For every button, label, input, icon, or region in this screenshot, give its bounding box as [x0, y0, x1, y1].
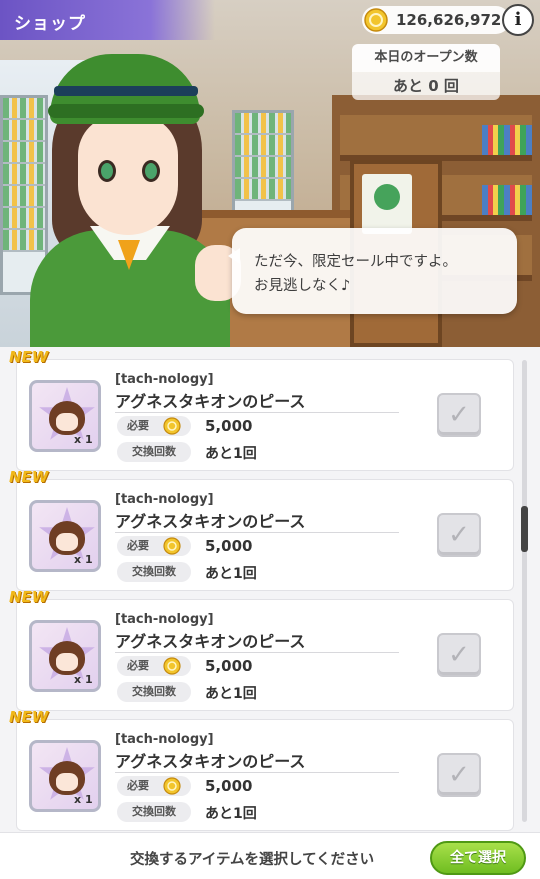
item-icon: x 1	[29, 500, 101, 572]
new-badge: NEW	[9, 468, 49, 486]
list-item[interactable]: NEW x 1 [tach-nology] アグネスタキオンのピース 必要 5,…	[9, 348, 514, 471]
scrollbar-thumb[interactable]	[521, 506, 528, 552]
item-category: [tach-nology]	[115, 372, 214, 387]
open-count-value: あと 0 回	[352, 72, 500, 100]
cost-label: 必要	[117, 536, 191, 556]
exchange-count-label: 交換回数	[117, 442, 191, 462]
open-count-label: 本日のオープン数	[352, 44, 500, 72]
item-name: アグネスタキオンのピース	[115, 392, 306, 411]
divider	[115, 412, 399, 413]
coin-icon	[163, 537, 181, 555]
select-checkbox[interactable]: ✓	[437, 393, 481, 437]
cost-label: 必要	[117, 656, 191, 676]
list-item[interactable]: NEW x 1 [tach-nology] アグネスタキオンのピース 必要 5,…	[9, 588, 514, 711]
speech-bubble: ただ今、限定セール中ですよ。 お見逃しなく♪	[228, 228, 517, 314]
divider	[115, 532, 399, 533]
open-count-panel: 本日のオープン数 あと 0 回	[352, 44, 500, 100]
page-title: ショップ	[14, 14, 86, 34]
new-badge: NEW	[9, 348, 49, 366]
item-category: [tach-nology]	[115, 732, 214, 747]
item-icon: x 1	[29, 380, 101, 452]
cost-label: 必要	[117, 416, 191, 436]
check-icon: ✓	[448, 640, 470, 670]
item-category: [tach-nology]	[115, 612, 214, 627]
exchange-count-label: 交換回数	[117, 802, 191, 822]
item-icon: x 1	[29, 620, 101, 692]
exchange-count-label: 交換回数	[117, 562, 191, 582]
item-quantity: x 1	[74, 673, 93, 686]
cost-label: 必要	[117, 776, 191, 796]
shopkeeper-character	[20, 40, 250, 347]
coin-balance-value: 126,626,972	[396, 11, 502, 29]
select-all-label: 全て選択	[450, 850, 506, 866]
check-icon: ✓	[448, 520, 470, 550]
exchange-count-value: あと1回	[205, 686, 257, 702]
scrollbar-track[interactable]	[522, 360, 527, 822]
item-quantity: x 1	[74, 553, 93, 566]
select-checkbox[interactable]: ✓	[437, 633, 481, 677]
check-icon: ✓	[448, 400, 470, 430]
item-name: アグネスタキオンのピース	[115, 632, 306, 651]
footer-instruction: 交換するアイテムを選択してください	[130, 852, 375, 868]
cost-value: 5,000	[205, 417, 253, 435]
info-icon: i	[514, 9, 522, 30]
cost-value: 5,000	[205, 777, 253, 795]
item-icon: x 1	[29, 740, 101, 812]
coin-icon	[364, 8, 388, 32]
item-quantity: x 1	[74, 433, 93, 446]
coin-balance: 126,626,972	[362, 6, 510, 34]
item-name: アグネスタキオンのピース	[115, 512, 306, 531]
item-quantity: x 1	[74, 793, 93, 806]
cost-value: 5,000	[205, 657, 253, 675]
speech-line-2: お見逃しなく♪	[254, 278, 351, 294]
item-name: アグネスタキオンのピース	[115, 752, 306, 771]
new-badge: NEW	[9, 708, 49, 726]
new-badge: NEW	[9, 588, 49, 606]
exchange-count-value: あと1回	[205, 566, 257, 582]
coin-icon	[163, 657, 181, 675]
exchange-count-value: あと1回	[205, 446, 257, 462]
coin-icon	[163, 417, 181, 435]
list-item[interactable]: NEW x 1 [tach-nology] アグネスタキオンのピース 必要 5,…	[9, 708, 514, 831]
check-icon: ✓	[448, 760, 470, 790]
divider	[115, 652, 399, 653]
list-item[interactable]: NEW x 1 [tach-nology] アグネスタキオンのピース 必要 5,…	[9, 468, 514, 591]
cost-value: 5,000	[205, 537, 253, 555]
exchange-count-value: あと1回	[205, 806, 257, 822]
speech-line-1: ただ今、限定セール中ですよ。	[254, 254, 457, 270]
item-list[interactable]: NEW x 1 [tach-nology] アグネスタキオンのピース 必要 5,…	[0, 347, 540, 832]
select-checkbox[interactable]: ✓	[437, 513, 481, 557]
item-category: [tach-nology]	[115, 492, 214, 507]
info-button[interactable]: i	[502, 4, 534, 36]
exchange-count-label: 交換回数	[117, 682, 191, 702]
select-all-button[interactable]: 全て選択	[430, 841, 526, 875]
coin-icon	[163, 777, 181, 795]
footer-bar: 交換するアイテムを選択してください 全て選択	[0, 832, 540, 879]
divider	[115, 772, 399, 773]
header-title-bar: ショップ	[0, 0, 215, 40]
select-checkbox[interactable]: ✓	[437, 753, 481, 797]
